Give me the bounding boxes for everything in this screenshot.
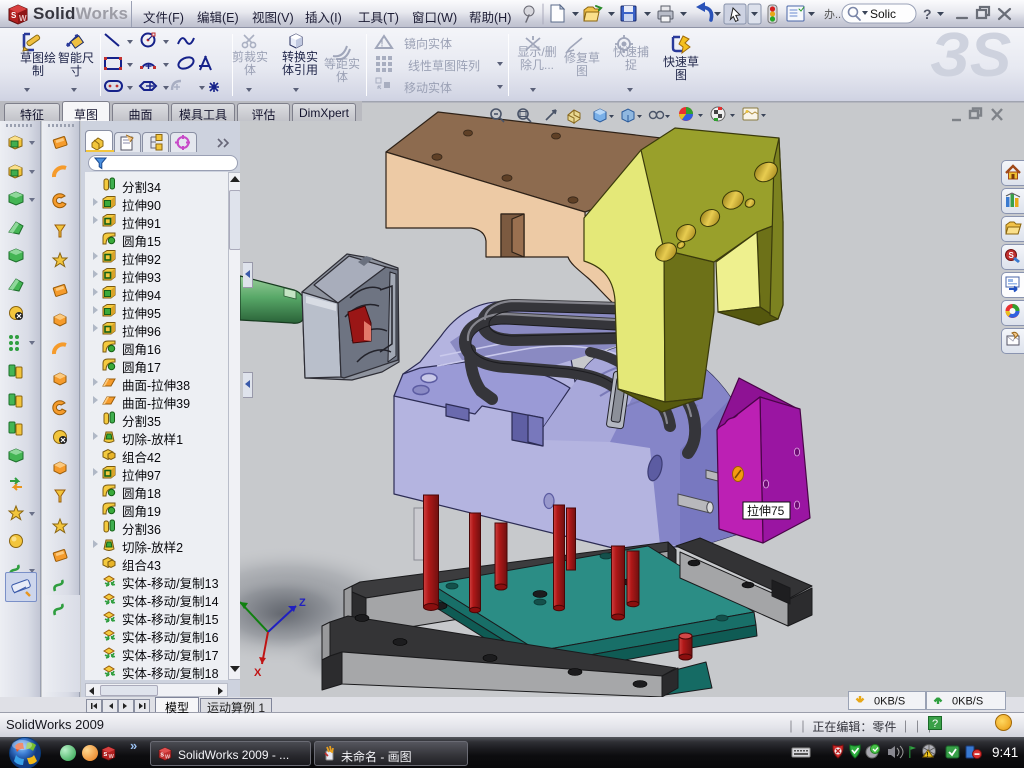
svg-text:9:41: 9:41 [992,745,1018,760]
svg-text:Z: Z [299,597,306,609]
svg-text:办..: 办.. [824,8,841,21]
svg-text:拉伸75: 拉伸75 [747,503,785,518]
svg-text:0KB/S: 0KB/S [952,696,983,708]
svg-text:S: S [160,752,164,758]
svg-text:!: ! [381,39,384,49]
svg-text:0KB/S: 0KB/S [874,696,905,708]
svg-text:S: S [104,752,108,758]
svg-text:Solic: Solic [870,7,896,21]
svg-text:!: ! [927,753,929,759]
svg-text:X: X [254,667,262,679]
svg-text:W: W [109,754,115,760]
